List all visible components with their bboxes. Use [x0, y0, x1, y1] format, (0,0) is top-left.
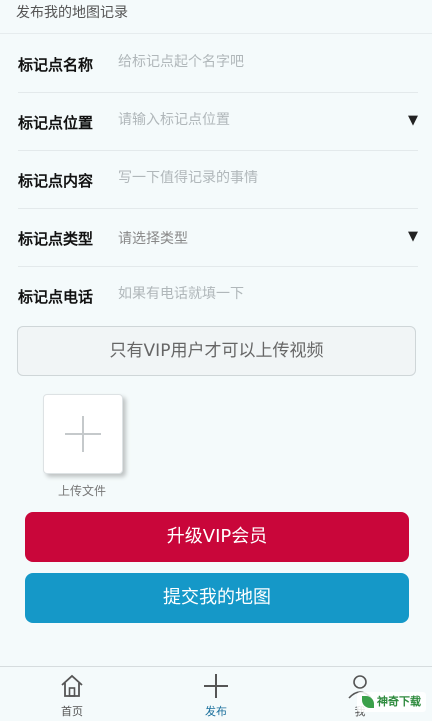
marker-phone-label: 标记点电话 [18, 288, 94, 306]
vip-video-notice: 只有VIP用户才可以上传视频 [17, 326, 416, 376]
submit-map-button[interactable]: 提交我的地图 [25, 573, 409, 623]
upload-file-label: 上传文件 [57, 484, 106, 498]
upgrade-vip-button[interactable]: 升级VIP会员 [25, 512, 409, 562]
marker-name-row: 标记点名称 [18, 35, 418, 93]
marker-type-label: 标记点类型 [18, 230, 94, 248]
marker-content-label: 标记点内容 [18, 172, 94, 190]
tab-publish[interactable]: 发布 [166, 667, 266, 721]
marker-type-select[interactable]: 请选择类型 [118, 228, 398, 248]
marker-location-row: 标记点位置 ▼ [18, 93, 418, 151]
watermark-text: 神奇下载 [377, 695, 421, 708]
leaf-icon [362, 696, 374, 708]
marker-location-label: 标记点位置 [18, 114, 94, 132]
page-header: 发布我的地图记录 [0, 0, 432, 34]
marker-name-input[interactable] [118, 54, 398, 70]
marker-content-input[interactable] [118, 170, 398, 186]
marker-form: 标记点名称 标记点位置 ▼ 标记点内容 标记点类型 请选择类型 ▼ 标记点电话 [18, 35, 418, 325]
type-dropdown-icon[interactable]: ▼ [408, 229, 418, 244]
location-dropdown-icon[interactable]: ▼ [408, 113, 418, 128]
marker-phone-row: 标记点电话 [18, 267, 418, 325]
marker-name-label: 标记点名称 [18, 56, 94, 74]
marker-content-row: 标记点内容 [18, 151, 418, 209]
home-icon [61, 674, 83, 697]
plus-icon [204, 674, 228, 698]
watermark-badge: 神奇下载 [357, 692, 426, 712]
marker-location-input[interactable] [118, 112, 398, 128]
plus-icon [65, 416, 101, 452]
tab-home-label: 首页 [61, 705, 83, 718]
marker-phone-input[interactable] [118, 286, 398, 302]
tab-publish-label: 发布 [205, 705, 227, 718]
tab-home[interactable]: 首页 [22, 667, 122, 721]
upload-file-button[interactable] [43, 394, 123, 474]
page-title: 发布我的地图记录 [16, 5, 128, 21]
marker-type-row[interactable]: 标记点类型 请选择类型 ▼ [18, 209, 418, 267]
